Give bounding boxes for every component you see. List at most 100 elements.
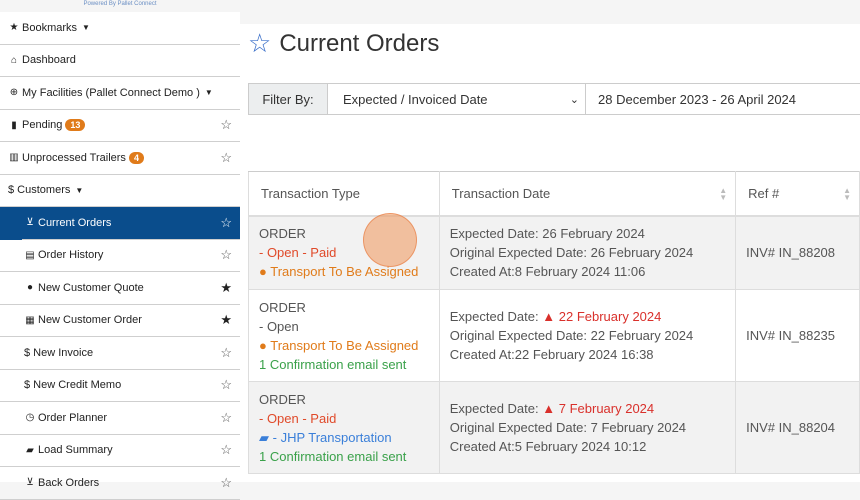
filter-selected-value: Expected / Invoiced Date [343, 91, 488, 107]
filter-bar: Filter By: Expected / Invoiced Date ⌄ 28… [248, 83, 860, 115]
sidebar-item-new-credit-memo[interactable]: $ New Credit Memo ☆ [0, 370, 240, 402]
sidebar-item-pending[interactable]: ▮ Pending 13 ☆ [0, 110, 240, 142]
sidebar-item-load-summary[interactable]: ▰ Load Summary ☆ [0, 435, 240, 467]
bookmark-star-icon[interactable]: ☆ [220, 475, 232, 491]
sidebar-item-label: New Customer Order [38, 314, 142, 327]
email-status: 1 Confirmation email sent [259, 356, 407, 372]
filter-label: Filter By: [249, 84, 328, 114]
status-text: - Open [259, 318, 299, 334]
warning-icon: ▲ [542, 309, 556, 324]
page-title-text: Current Orders [279, 29, 440, 57]
home-icon: ⌂ [10, 54, 18, 66]
sidebar-item-label: Load Summary [38, 444, 113, 457]
bookmark-star-icon[interactable]: ☆ [220, 442, 232, 458]
info-icon: ● [259, 264, 267, 280]
warning-icon: ▲ [542, 401, 556, 416]
sidebar-item-label: Pending [22, 119, 63, 132]
bookmark-star-icon[interactable]: ☆ [220, 215, 232, 231]
sidebar-item-new-customer-quote[interactable]: ● New Customer Quote ★ [0, 272, 240, 305]
click-indicator [363, 213, 417, 267]
caret-down-icon: ▼ [82, 23, 90, 33]
powered-by-label: Powered By Pallet Connect [83, 1, 157, 7]
sidebar-item-dashboard[interactable]: ⌂ Dashboard [0, 45, 240, 77]
chevron-down-icon: ⌄ [569, 93, 579, 106]
filter-select[interactable]: Expected / Invoiced Date ⌄ [328, 84, 586, 114]
table-row[interactable]: ORDER - Open ● Transport To Be Assigned … [248, 289, 860, 382]
cart-icon: ⊻ [26, 477, 34, 489]
sidebar-item-back-orders[interactable]: ⊻ Back Orders ☆ [0, 467, 240, 500]
bookmark-star-icon[interactable]: ☆ [220, 410, 232, 426]
transaction-date-cell: Expected Date: 26 February 2024 Original… [438, 215, 737, 290]
sidebar-item-current-orders[interactable]: ⊻ Current Orders ☆ [0, 207, 240, 240]
sidebar-item-unprocessed-trailers[interactable]: ▥ Unprocessed Trailers 4 ☆ [0, 142, 240, 175]
sidebar-item-label: Bookmarks [22, 21, 78, 34]
sidebar-item-bookmarks[interactable]: ★ Bookmarks ▼ [0, 12, 240, 45]
transaction-date-cell: Expected Date: ▲ 7 February 2024 Origina… [438, 381, 737, 474]
transport-carrier: ▰ - JHP Transportation [259, 429, 392, 445]
transport-status: ● Transport To Be Assigned [259, 264, 419, 280]
sidebar-item-label: My Facilities (Pallet Connect Demo ) [22, 86, 200, 99]
table-row[interactable]: ORDER - Open - Paid ● Transport To Be As… [248, 215, 860, 290]
sidebar-item-label: Current Orders [38, 216, 112, 229]
bookmark-star-filled-icon[interactable]: ★ [220, 280, 232, 296]
comment-icon: ● [26, 282, 34, 294]
bookmark-star-icon[interactable]: ☆ [220, 345, 232, 361]
document-icon: ▮ [11, 119, 17, 131]
star-outline-icon[interactable]: ☆ [248, 28, 271, 59]
transaction-type-cell: ORDER - Open ● Transport To Be Assigned … [248, 289, 440, 382]
sidebar-item-label: Unprocessed Trailers [22, 151, 126, 164]
transaction-type-cell: ORDER - Open - Paid ▰ - JHP Transportati… [248, 381, 440, 474]
sidebar-item-order-history[interactable]: ▤ Order History ☆ [0, 240, 240, 272]
star-icon: ★ [9, 22, 19, 34]
sidebar-item-label: Order History [38, 249, 104, 262]
column-header-transaction-type[interactable]: Transaction Type [248, 171, 440, 217]
bookmark-star-icon[interactable]: ☆ [220, 150, 232, 166]
sidebar-item-label: $ New Credit Memo [24, 379, 122, 392]
orders-table: Transaction Type Transaction Date ▲ ▼ Ref … [248, 171, 860, 474]
bookmark-star-filled-icon[interactable]: ★ [220, 312, 232, 328]
ref-cell[interactable]: INV# IN_88204 [735, 381, 860, 474]
sidebar-item-label: Back Orders [38, 476, 100, 489]
caret-down-icon: ▼ [75, 185, 84, 195]
page-title: ☆ Current Orders [248, 28, 439, 59]
sidebar-item-order-planner[interactable]: ◷ Order Planner ☆ [0, 402, 240, 435]
bookmark-star-icon[interactable]: ☆ [220, 247, 232, 263]
globe-icon: ⊕ [9, 87, 19, 99]
truck-icon: ▥ [9, 152, 19, 164]
column-header-ref[interactable]: Ref # ▲ ▼ [735, 171, 860, 217]
sidebar-item-label: Dashboard [22, 54, 76, 67]
table-row[interactable]: ORDER - Open - Paid ▰ - JHP Transportati… [248, 381, 860, 474]
sidebar-item-customers[interactable]: $ Customers ▼ [0, 175, 240, 207]
trailers-count-badge: 4 [128, 151, 144, 164]
sidebar-item-new-customer-order[interactable]: ▦ New Customer Order ★ [0, 305, 240, 337]
pending-count-badge: 13 [65, 119, 86, 132]
date-range-input[interactable]: 28 December 2023 - 26 April 2024 [586, 84, 796, 114]
status-text: - Open - Paid [259, 410, 337, 426]
clock-icon: ◷ [25, 412, 35, 424]
transport-status: ● Transport To Be Assigned [259, 337, 419, 353]
sidebar: ★ Bookmarks ▼ ⌂ Dashboard ⊕ My Facilitie… [0, 12, 240, 500]
ref-cell[interactable]: INV# IN_88235 [735, 289, 860, 382]
sidebar-item-label: New Customer Quote [38, 281, 144, 294]
email-status: 1 Confirmation email sent [259, 448, 407, 464]
sort-icon: ▲ ▼ [719, 186, 728, 202]
transaction-date-cell: Expected Date: ▲ 22 February 2024 Origin… [438, 289, 737, 382]
column-header-transaction-date[interactable]: Transaction Date ▲ ▼ [438, 171, 737, 217]
bookmark-star-icon[interactable]: ☆ [220, 117, 232, 133]
bookmark-star-icon[interactable]: ☆ [220, 377, 232, 393]
sort-icon: ▲ ▼ [843, 186, 851, 202]
main-content: ☆ Current Orders Filter By: Expected / I… [240, 24, 860, 482]
sidebar-item-label: Order Planner [38, 411, 108, 424]
sidebar-item-label: $ Customers [8, 184, 71, 197]
form-icon: ▦ [25, 314, 35, 326]
ref-cell[interactable]: INV# IN_88208 [735, 215, 860, 290]
caret-down-icon: ▼ [204, 88, 213, 98]
cart-icon: ⊻ [26, 217, 34, 229]
sidebar-item-new-invoice[interactable]: $ New Invoice ☆ [0, 337, 240, 370]
sidebar-item-label: $ New Invoice [24, 346, 94, 359]
file-icon: ▤ [25, 249, 35, 261]
sidebar-item-my-facilities[interactable]: ⊕ My Facilities (Pallet Connect Demo ) ▼ [0, 77, 240, 110]
truck-icon: ▰ [259, 429, 269, 445]
truck-icon: ▰ [26, 444, 34, 456]
info-icon: ● [259, 337, 267, 353]
